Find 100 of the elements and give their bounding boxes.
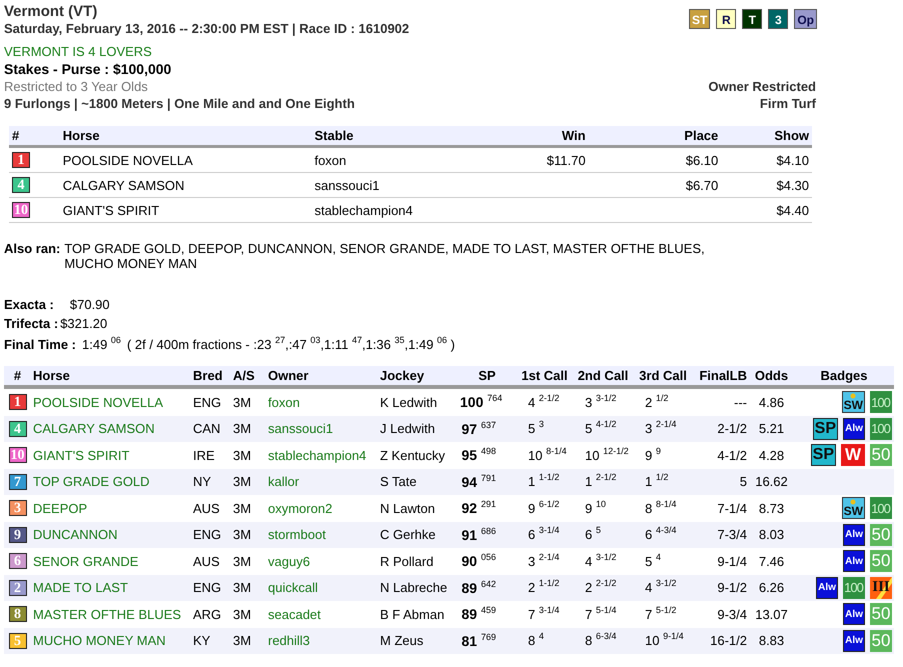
- age-sex: 3M: [231, 442, 266, 468]
- distance: 9 Furlongs | ~1800 Meters | One Mile and and One Eighth: [4, 96, 355, 111]
- column-header: Show: [721, 126, 812, 146]
- breeding-country: AUS: [191, 548, 231, 574]
- odds: 16.62: [749, 468, 794, 495]
- age-sex: 3M: [231, 387, 266, 416]
- age-sex: 3M: [231, 416, 266, 442]
- column-header: A/S: [231, 366, 266, 387]
- award-badge: SW: [842, 391, 865, 414]
- call-position: 10 $^{12-1/2}$: [573, 442, 633, 468]
- race-tag: R: [716, 9, 736, 29]
- call-position: 10 $^{8-1/4}$: [516, 442, 573, 468]
- breeding-country: ARG: [191, 601, 231, 628]
- owner-name: quickcall: [266, 574, 378, 601]
- odds: 6.26: [749, 574, 794, 601]
- fractions: ( 2f / 400m fractions - :23 $^{27}$,:47 $^{03}$,1:11 $^{47}$,1:36 $^{35}$,1:49 $^{06}$ ): [126, 337, 456, 352]
- stable-name: sanssouci1: [311, 172, 508, 198]
- horse-name: MADE TO LAST: [31, 574, 191, 601]
- odds: 4.28: [749, 442, 794, 468]
- horse-name: DUNCANNON: [31, 522, 191, 548]
- odds: 5.21: [749, 416, 794, 442]
- breeding-country: ENG: [191, 387, 231, 416]
- owner-name: oxymoron2: [266, 495, 378, 522]
- jockey-name: R Pollard: [378, 548, 458, 574]
- race-date: Saturday, February 13, 2016 -- 2:30:00 PM EST | Race ID : 1610902: [4, 21, 410, 36]
- odds: 8.03: [749, 522, 794, 548]
- call-position: 8 $^{6-3/4}$: [573, 628, 633, 654]
- age-sex: 3M: [231, 601, 266, 628]
- call-position: 6 $^{5}$: [573, 522, 633, 548]
- column-header: #: [4, 366, 31, 387]
- award-badge: 50: [870, 550, 892, 572]
- post-number: 2: [8, 580, 26, 596]
- speed-figure: 89 $^{642}$: [458, 574, 516, 601]
- owner-name: sanssouci1: [266, 416, 378, 442]
- award-badge: 50: [870, 524, 892, 546]
- award-badge: SP: [810, 444, 836, 466]
- race-tag: Op: [794, 9, 817, 29]
- horse-name: MUCHO MONEY MAN: [31, 628, 191, 654]
- final-lengths-behind: 7-3/4: [693, 522, 749, 548]
- stable-name: stablechampion4: [311, 198, 508, 222]
- award-badge: 50: [870, 630, 892, 652]
- jockey-name: N Labreche: [378, 574, 458, 601]
- horse-name: SENOR GRANDE: [31, 548, 191, 574]
- award-badge: 100: [870, 391, 892, 414]
- track-name: Vermont (VT): [4, 3, 98, 20]
- award-badge: 50: [870, 603, 892, 626]
- call-position: 8 $^{8-1/4}$: [633, 495, 693, 522]
- call-position: 4 $^{2-1/2}$: [516, 387, 573, 416]
- payout-amount: $11.70: [507, 146, 589, 172]
- also-ran-label: Also ran:: [4, 241, 60, 258]
- horse-name: TOP GRADE GOLD: [31, 468, 191, 495]
- column-header: 3rd Call: [633, 366, 693, 387]
- final-lengths-behind: 7-1/4: [693, 495, 749, 522]
- call-position: 6 $^{4-3/4}$: [633, 522, 693, 548]
- call-position: 3 $^{2-1/4}$: [633, 416, 693, 442]
- column-header: Stable: [311, 126, 508, 146]
- award-badge: SP: [812, 418, 838, 440]
- jockey-name: M Zeus: [378, 628, 458, 654]
- final-lengths-behind: 9-1/4: [693, 548, 749, 574]
- purse: Stakes - Purse : $100,000: [4, 61, 172, 77]
- jockey-name: Z Kentucky: [378, 442, 458, 468]
- award-badge: 100: [870, 418, 892, 440]
- breeding-country: NY: [191, 468, 231, 495]
- post-number: 8: [8, 606, 26, 622]
- award-badge: SW: [842, 497, 865, 520]
- award-badge: 100: [843, 576, 865, 599]
- column-header: Odds: [749, 366, 794, 387]
- age-sex: 3M: [231, 468, 266, 495]
- call-position: 2 $^{1/2}$: [633, 387, 693, 416]
- post-number: 1: [8, 394, 26, 410]
- age-sex: 3M: [231, 522, 266, 548]
- final-lengths-behind: 9-3/4: [693, 601, 749, 628]
- breeding-country: ENG: [191, 522, 231, 548]
- final-lengths-behind: 5: [693, 468, 749, 495]
- call-position: 7 $^{3-1/4}$: [516, 601, 573, 628]
- award-badge: III: [870, 576, 892, 599]
- column-header: Place: [588, 126, 722, 146]
- call-position: 8 $^{4}$: [516, 628, 573, 654]
- award-badge: W: [841, 444, 865, 466]
- award-badge: Alw: [843, 418, 865, 440]
- odds: 13.07: [749, 601, 794, 628]
- race-tag: ST: [688, 9, 710, 29]
- horse-name: MASTER OFTHE BLUES: [31, 601, 191, 628]
- payout-amount: $4.10: [721, 146, 812, 172]
- age-sex: 3M: [231, 548, 266, 574]
- award-badge: Alw: [843, 603, 865, 626]
- award-badge: Alw: [843, 630, 865, 652]
- owner-name: stablechampion4: [266, 442, 378, 468]
- horse-name: POOLSIDE NOVELLA: [31, 387, 191, 416]
- column-header: Jockey: [378, 366, 458, 387]
- owner-name: seacadet: [266, 601, 378, 628]
- speed-figure: 100 $^{764}$: [458, 387, 516, 416]
- call-position: 9 $^{10}$: [573, 495, 633, 522]
- owner-restriction: Owner Restricted: [708, 79, 816, 94]
- jockey-name: C Gerhke: [378, 522, 458, 548]
- breeding-country: KY: [191, 628, 231, 654]
- exacta-label: Exacta :: [4, 297, 54, 312]
- post-number: 1: [12, 152, 30, 168]
- horse-name: POOLSIDE NOVELLA: [60, 146, 312, 172]
- owner-name: vaguy6: [266, 548, 378, 574]
